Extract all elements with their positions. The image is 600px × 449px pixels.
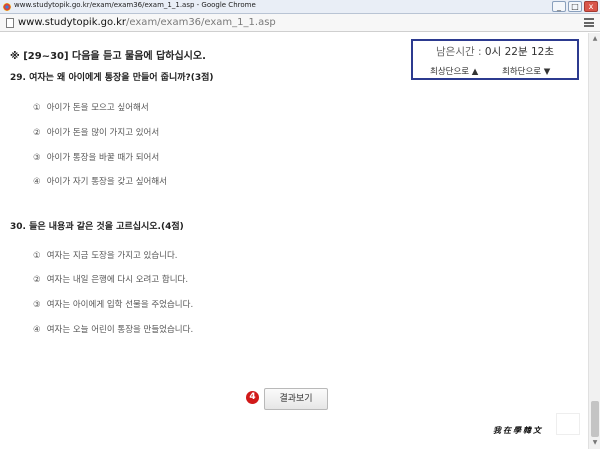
option-text: 여자는 지금 도장을 가지고 있습니다. <box>46 251 178 261</box>
timer-hours: 0 <box>484 46 492 58</box>
option-text: 아이가 돈을 많이 가지고 있어서 <box>46 128 160 138</box>
option-text: 아이가 통장을 바꿀 때가 되어서 <box>46 153 160 163</box>
minimize-icon[interactable]: _ <box>552 1 566 12</box>
option-number: ② <box>33 275 41 285</box>
remaining-time-label: 남은시간 : <box>436 46 482 58</box>
timer-minutes: 22 <box>504 46 518 58</box>
remaining-time-box: 남은시간 : 0시 22분 12초 최상단으로 ▲ 최하단으로 ▼ <box>411 39 579 80</box>
option-number: ① <box>33 103 41 113</box>
scroll-up-icon[interactable]: ▲ <box>591 35 599 43</box>
maximize-icon[interactable]: □ <box>568 1 582 12</box>
remaining-time: 남은시간 : 0시 22분 12초 <box>413 44 577 59</box>
menu-icon[interactable] <box>584 18 594 27</box>
option-text: 아이가 자기 통장을 갖고 싶어해서 <box>46 177 167 187</box>
timer-hours-unit: 시 <box>491 46 502 58</box>
step-badge: 4 <box>246 391 259 404</box>
scrollbar-thumb[interactable] <box>591 401 599 437</box>
question-29-option-3[interactable]: ③ 아이가 통장을 바꿀 때가 되어서 <box>33 151 159 163</box>
option-number: ④ <box>33 325 41 335</box>
scroll-to-top-link[interactable]: 최상단으로 ▲ <box>430 65 478 77</box>
scroll-down-icon[interactable]: ▼ <box>591 439 599 447</box>
option-number: ④ <box>33 177 41 187</box>
window-title: www.studytopik.go.kr/exam/exam36/exam_1_… <box>14 1 256 9</box>
view-results-button[interactable]: 결과보기 <box>264 388 328 410</box>
option-number: ③ <box>33 153 41 163</box>
question-29-option-4[interactable]: ④ 아이가 자기 통장을 갖고 싶어해서 <box>33 175 167 187</box>
question-30-title: 30. 들은 내용과 같은 것을 고르십시오.(4점) <box>10 222 184 232</box>
vertical-scrollbar[interactable]: ▲ ▼ <box>588 33 600 449</box>
option-text: 여자는 아이에게 입학 선물을 주었습니다. <box>46 300 194 310</box>
option-text: 여자는 내일 은행에 다시 오려고 합니다. <box>46 275 189 285</box>
exam-content: ※ [29~30] 다음을 듣고 물음에 답하십시오. 29. 여자는 왜 아이… <box>0 33 588 449</box>
option-text: 아이가 돈을 모으고 싶어해서 <box>46 103 149 113</box>
url-path: /exam/exam36/exam_1_1.asp <box>126 17 276 28</box>
question-29-option-2[interactable]: ② 아이가 돈을 많이 가지고 있어서 <box>33 126 159 138</box>
close-icon[interactable]: x <box>584 1 598 12</box>
scroll-to-bottom-link[interactable]: 최하단으로 ▼ <box>502 65 550 77</box>
timer-minutes-unit: 분 <box>517 46 528 58</box>
timer-seconds-unit: 초 <box>544 46 554 58</box>
question-29-title: 29. 여자는 왜 아이에게 통장을 만들어 줍니까?(3점) <box>10 73 214 83</box>
question-29-option-1[interactable]: ① 아이가 돈을 모으고 싶어해서 <box>33 101 149 113</box>
option-text: 여자는 오늘 어린이 통장을 만들었습니다. <box>46 325 194 335</box>
timer-seconds: 12 <box>530 46 545 58</box>
question-30-option-3[interactable]: ③ 여자는 아이에게 입학 선물을 주었습니다. <box>33 298 193 310</box>
chrome-icon <box>3 3 11 11</box>
question-30-option-4[interactable]: ④ 여자는 오늘 어린이 통장을 만들었습니다. <box>33 323 193 335</box>
watermark: 我在學韓文 <box>493 425 543 435</box>
option-number: ③ <box>33 300 41 310</box>
window-titlebar: www.studytopik.go.kr/exam/exam36/exam_1_… <box>0 0 600 14</box>
corner-box <box>556 413 580 435</box>
url-text[interactable]: www.studytopik.go.kr/exam/exam36/exam_1_… <box>18 17 276 28</box>
question-30-option-1[interactable]: ① 여자는 지금 도장을 가지고 있습니다. <box>33 249 178 261</box>
url-host: www.studytopik.go.kr <box>18 17 127 28</box>
question-30-option-2[interactable]: ② 여자는 내일 은행에 다시 오려고 합니다. <box>33 273 188 285</box>
page-icon <box>6 18 14 28</box>
option-number: ① <box>33 251 41 261</box>
window-controls: _ □ x <box>552 1 598 12</box>
option-number: ② <box>33 128 41 138</box>
section-instruction: ※ [29~30] 다음을 듣고 물음에 답하십시오. <box>10 51 206 62</box>
address-bar[interactable]: www.studytopik.go.kr/exam/exam36/exam_1_… <box>0 14 600 32</box>
